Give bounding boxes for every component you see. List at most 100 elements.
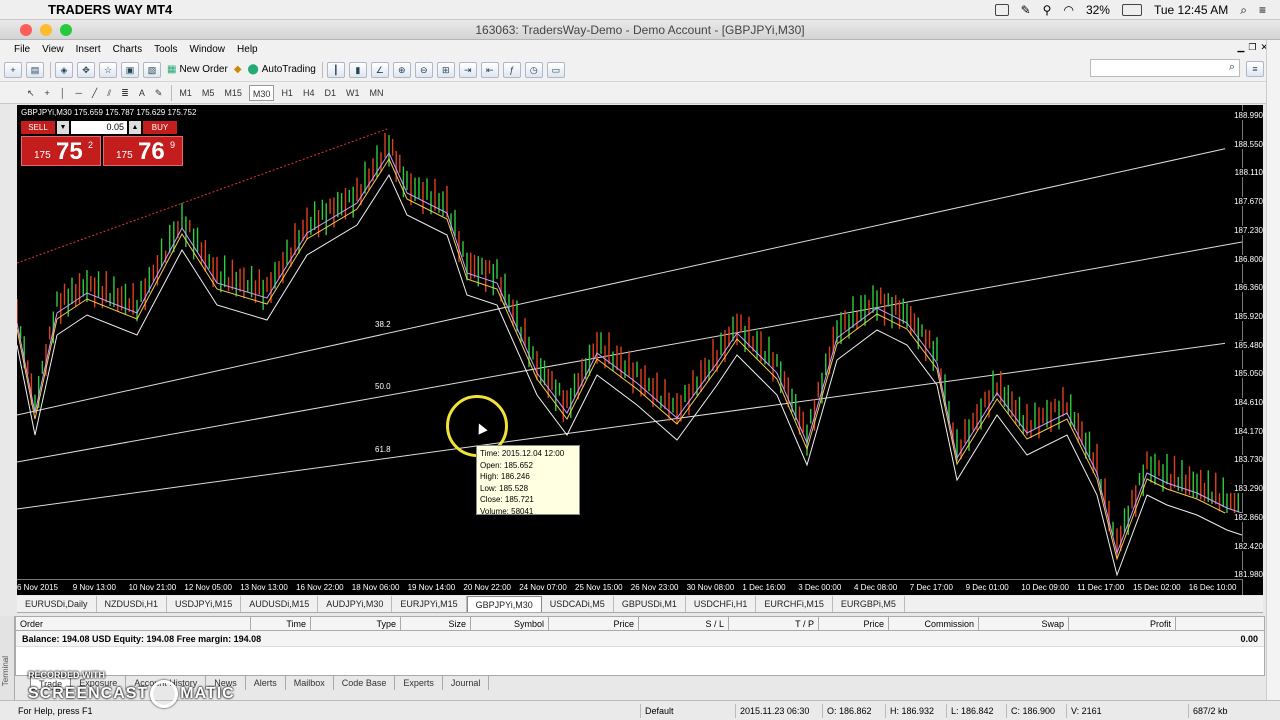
chart-tab[interactable]: USDCADi,M5 — [542, 596, 614, 612]
tf-h1[interactable]: H1 — [278, 85, 296, 101]
pen-icon[interactable]: ✎ — [1021, 3, 1031, 17]
screen-icon[interactable] — [994, 4, 1009, 16]
horizontal-line-icon[interactable]: ─ — [72, 85, 84, 101]
battery-icon[interactable] — [1121, 4, 1142, 16]
templates-icon[interactable]: ▭ — [546, 61, 565, 78]
autoscroll-icon[interactable]: ⇥ — [458, 61, 477, 78]
terminal-column-header[interactable]: T / P — [729, 617, 819, 630]
new-order-button[interactable]: ▦ New Order — [167, 64, 228, 75]
tf-mn[interactable]: MN — [366, 85, 386, 101]
terminal-column-header[interactable]: Price — [819, 617, 889, 630]
zoom-in-icon[interactable]: ⊕ — [392, 61, 411, 78]
market-watch-icon[interactable]: ◈ — [55, 61, 73, 78]
chart-tab[interactable]: AUDJPYi,M30 — [318, 596, 393, 612]
terminal-tab[interactable]: Mailbox — [286, 676, 334, 690]
terminal-column-header[interactable]: Size — [401, 617, 471, 630]
chart-tab[interactable]: USDJPYi,M15 — [167, 596, 242, 612]
terminal-tab[interactable]: Alerts — [246, 676, 286, 690]
terminal-column-header[interactable]: Type — [311, 617, 401, 630]
tf-m5[interactable]: M5 — [199, 85, 218, 101]
terminal-column-header[interactable]: Profit — [1069, 617, 1176, 630]
chart-shift-icon[interactable]: ⇤ — [480, 61, 499, 78]
tester-icon[interactable]: ▧ — [143, 61, 161, 78]
autotrading-button[interactable]: ⬤ AutoTrading — [248, 64, 316, 75]
indicators-icon[interactable]: ƒ — [502, 61, 521, 78]
terminal-tab[interactable]: Code Base — [334, 676, 396, 690]
clock[interactable]: Tue 12:45 AM — [1154, 3, 1228, 17]
fibonacci-icon[interactable]: ≣ — [118, 85, 132, 101]
new-chart-icon[interactable]: + — [4, 61, 22, 78]
tf-m15[interactable]: M15 — [221, 85, 245, 101]
profiles-icon[interactable]: ▤ — [26, 61, 44, 78]
menu-tools[interactable]: Tools — [154, 44, 177, 55]
terminal-column-header[interactable]: Order — [16, 617, 251, 630]
menu-file[interactable]: File — [14, 44, 30, 55]
tile-windows-icon[interactable]: ⊞ — [436, 61, 455, 78]
periods-icon[interactable]: ◷ — [524, 61, 543, 78]
menu-charts[interactable]: Charts — [113, 44, 142, 55]
tf-d1[interactable]: D1 — [321, 85, 339, 101]
menu-help[interactable]: Help — [237, 44, 258, 55]
bar-chart-icon[interactable]: ┃ — [326, 61, 345, 78]
sell-price-button[interactable]: 175 75 2 — [21, 136, 101, 166]
terminal-column-header[interactable]: Swap — [979, 617, 1069, 630]
tf-w1[interactable]: W1 — [343, 85, 363, 101]
time-axis[interactable]: 6 Nov 2015 9 Nov 13:00 10 Nov 21:00 12 Nov … — [17, 579, 1242, 595]
menu-window[interactable]: Window — [189, 44, 225, 55]
shapes-icon[interactable]: ✎ — [152, 85, 166, 101]
trophy-icon[interactable]: ⚲ — [1043, 3, 1052, 17]
terminal-column-header[interactable]: Time — [251, 617, 311, 630]
terminal-tab[interactable]: Experts — [395, 676, 443, 690]
sell-button[interactable]: SELL — [21, 121, 55, 134]
zoom-out-icon[interactable]: ⊖ — [414, 61, 433, 78]
lot-down-icon[interactable]: ▼ — [57, 121, 69, 134]
chart-tab[interactable]: GBPJPYi,M30 — [466, 596, 542, 612]
search-input[interactable]: ⌕ — [1090, 59, 1240, 77]
chart-tab[interactable]: EURGBPi,M5 — [833, 596, 905, 612]
menu-collapse-icon[interactable]: ≡ — [1246, 61, 1264, 77]
crosshair-icon[interactable]: + — [42, 85, 53, 101]
close-window-button[interactable] — [20, 24, 32, 36]
wifi-icon[interactable]: ◠ — [1063, 3, 1073, 17]
minimize-window-button[interactable] — [40, 24, 52, 36]
buy-button[interactable]: BUY — [143, 121, 177, 134]
price-axis[interactable]: 188.990 188.550 188.110 187.670 187.230 186.8… — [1225, 105, 1263, 595]
line-chart-icon[interactable]: ∠ — [370, 61, 389, 78]
app-name[interactable]: TRADERS WAY MT4 — [48, 2, 172, 17]
menu-view[interactable]: View — [42, 44, 64, 55]
balance-row[interactable]: Balance: 194.08 USD Equity: 194.08 Free … — [16, 631, 1264, 647]
data-window-icon[interactable]: ☆ — [99, 61, 117, 78]
lot-size-input[interactable]: 0.05 — [71, 121, 127, 134]
status-profile[interactable]: Default — [640, 704, 674, 718]
navigator-icon[interactable]: ✥ — [77, 61, 95, 78]
spotlight-icon[interactable]: ⌕ — [1240, 3, 1247, 18]
channel-icon[interactable]: ⫽ — [104, 85, 114, 101]
lot-up-icon[interactable]: ▲ — [129, 121, 141, 134]
chart-tab[interactable]: NZDUSDi,H1 — [97, 596, 168, 612]
chart-window[interactable]: GBPJPYi,M30 175.659 175.787 175.629 175.… — [17, 105, 1263, 595]
chart-tab[interactable]: AUDUSDi,M15 — [241, 596, 319, 612]
text-icon[interactable]: A — [136, 85, 148, 101]
battery-percent[interactable]: 32% — [1086, 3, 1110, 17]
notification-icon[interactable]: ≡ — [1259, 3, 1266, 17]
buy-price-button[interactable]: 175 76 9 — [103, 136, 183, 166]
terminal-column-header[interactable]: Symbol — [471, 617, 549, 630]
tf-m30[interactable]: M30 — [248, 84, 275, 101]
chart-tab[interactable]: EURJPYi,M15 — [392, 596, 467, 612]
terminal-column-header[interactable]: Commission — [889, 617, 979, 630]
terminal-column-header[interactable]: Price — [549, 617, 639, 630]
right-edge-scroll[interactable] — [1266, 40, 1280, 700]
search-icon[interactable]: ⌕ — [1229, 61, 1235, 74]
trendline-icon[interactable]: ╱ — [89, 85, 100, 101]
candlestick-icon[interactable]: ▮ — [348, 61, 367, 78]
chart-tab[interactable]: EURUSDi,Daily — [17, 596, 97, 612]
zoom-window-button[interactable] — [60, 24, 72, 36]
child-restore-icon[interactable]: ❐ — [1248, 42, 1256, 53]
terminal-icon[interactable]: ▣ — [121, 61, 139, 78]
menu-insert[interactable]: Insert — [76, 44, 101, 55]
tf-m1[interactable]: M1 — [176, 85, 195, 101]
child-minimize-icon[interactable]: ▁ — [1237, 42, 1244, 53]
tf-h4[interactable]: H4 — [300, 85, 318, 101]
chart-tab[interactable]: EURCHFi,M15 — [756, 596, 833, 612]
meta-editor-icon[interactable]: ◆ — [234, 64, 242, 75]
